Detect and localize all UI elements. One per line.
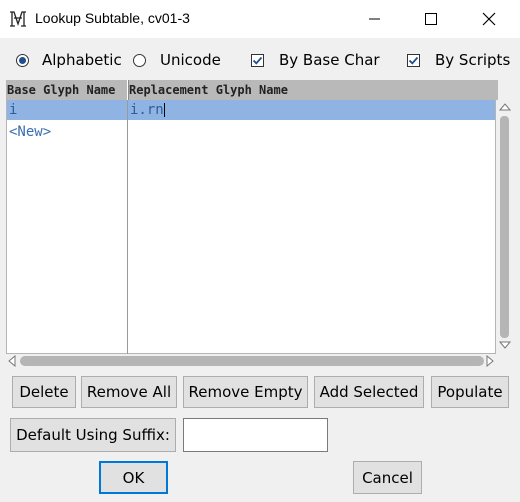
unicode-label: Unicode [160,51,221,69]
cancel-button[interactable]: Cancel [353,461,422,494]
maximize-button[interactable] [402,0,460,38]
default-using-suffix-button[interactable]: Default Using Suffix: [10,418,176,452]
close-button[interactable] [460,0,518,38]
minimize-icon [369,18,380,20]
radio-unselected-indicator [133,53,146,67]
text-cursor [163,103,165,117]
check-icon [252,56,263,65]
replacement-glyph-cell[interactable]: i.rn [130,100,165,120]
unicode-radio[interactable]: Unicode [133,50,221,70]
close-icon [482,12,496,26]
by-scripts-checkbox[interactable]: By Scripts [407,50,510,70]
new-entry-cell[interactable]: <New> [9,122,51,142]
replacement-glyph-text: i.rn [130,102,164,118]
suffix-input[interactable] [183,418,328,452]
by-base-char-checkbox[interactable]: By Base Char [251,50,380,70]
alphabetic-radio[interactable]: Alphabetic [16,50,122,70]
base-glyph-cell[interactable]: i [9,100,17,120]
radio-selected-indicator [16,53,29,67]
add-selected-button[interactable]: Add Selected [314,376,424,408]
substitution-table[interactable]: Base Glyph Name Replacement Glyph Name i… [6,80,498,354]
scroll-down-icon[interactable] [499,340,511,350]
remove-empty-button[interactable]: Remove Empty [183,376,308,408]
vertical-scroll-thumb[interactable] [500,116,509,338]
column-divider [127,100,128,354]
scroll-up-icon[interactable] [499,102,511,112]
checkbox-box [251,53,264,67]
vertical-scrollbar[interactable] [497,100,513,352]
remove-all-button[interactable]: Remove All [81,376,177,408]
populate-button[interactable]: Populate [431,376,509,408]
delete-button[interactable]: Delete [12,376,76,408]
column-header-replacement[interactable]: Replacement Glyph Name [128,80,498,100]
horizontal-scrollbar[interactable] [6,354,496,368]
scroll-left-icon[interactable] [8,355,17,367]
check-icon [408,56,419,65]
ok-button[interactable]: OK [99,461,168,494]
app-icon [10,11,26,27]
horizontal-scroll-thumb[interactable] [20,356,484,366]
maximize-icon [425,13,437,25]
minimize-button[interactable] [346,0,404,38]
alphabetic-label: Alphabetic [42,51,122,69]
by-base-char-label: By Base Char [279,51,380,69]
table-row-selected[interactable] [7,100,495,120]
title-bar: Lookup Subtable, cv01-3 [0,0,520,38]
by-scripts-label: By Scripts [435,51,511,69]
column-header-base[interactable]: Base Glyph Name [7,80,127,100]
checkbox-box [407,53,420,67]
window-title: Lookup Subtable, cv01-3 [35,10,190,26]
scroll-right-icon[interactable] [485,355,494,367]
